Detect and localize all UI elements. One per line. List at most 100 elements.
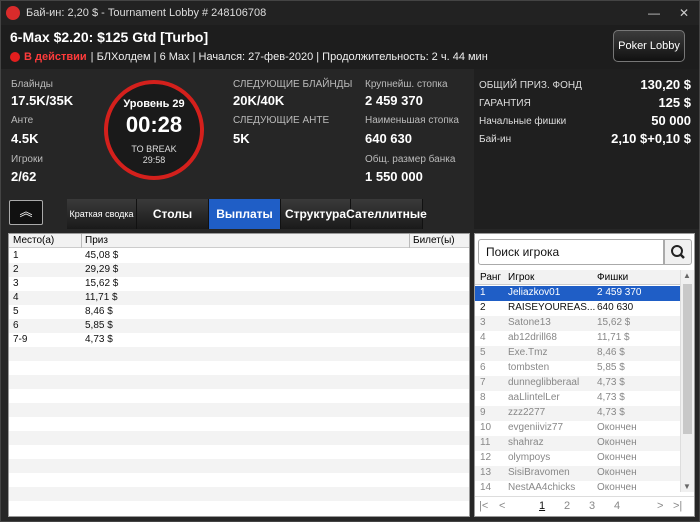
- prize-row-label: Бай-ин: [479, 134, 512, 145]
- level-label: Уровень 29: [123, 98, 185, 110]
- tournament-title: 6-Max $2.20: $125 Gtd [Turbo]: [10, 29, 209, 45]
- list-item[interactable]: 11 shahraz Окончен: [475, 436, 680, 451]
- list-item[interactable]: 6 tombsten 5,85 $: [475, 361, 680, 376]
- to-break-label: TO BREAK: [131, 144, 177, 154]
- table-row: [9, 375, 469, 389]
- next-blinds-value: 20K/40K: [233, 93, 285, 108]
- prize-row-value: 50 000: [651, 113, 691, 128]
- close-button[interactable]: ✕: [669, 1, 699, 25]
- tournament-details: | БЛХолдем | 6 Max | Начался: 27-фев-202…: [90, 51, 488, 63]
- payouts-col-place[interactable]: Место(а): [13, 235, 54, 246]
- tournament-subline: В действии | БЛХолдем | 6 Max | Начался:…: [10, 51, 488, 63]
- tab-payouts[interactable]: Выплаты: [209, 199, 281, 229]
- poker-lobby-button[interactable]: Poker Lobby: [613, 30, 685, 62]
- prize-row-value: 2,10 $+0,10 $: [611, 131, 691, 146]
- players-header: Ранг Игрок Фишки: [475, 270, 680, 285]
- prize-row-value: 125 $: [658, 95, 691, 110]
- table-row: [9, 487, 469, 501]
- players-pager: |< < 1 2 3 4 > >|: [475, 496, 694, 516]
- prize-row-value: 130,20 $: [640, 77, 691, 92]
- players-col-chips[interactable]: Фишки: [597, 272, 628, 283]
- pokerstars-logo-icon: [6, 6, 20, 20]
- list-item[interactable]: 14 NestAA4chicks Окончен: [475, 481, 680, 496]
- prize-row: Бай-ин 2,10 $+0,10 $: [479, 131, 691, 149]
- players-scrollbar[interactable]: ▲ ▼: [680, 270, 694, 492]
- list-item[interactable]: 1 Jeliazkov01 2 459 370: [475, 286, 680, 301]
- last-page-icon[interactable]: >|: [673, 500, 682, 512]
- scroll-down-icon[interactable]: ▼: [683, 482, 691, 491]
- title-bar[interactable]: Бай-ин: 2,20 $ - Tournament Lobby # 2481…: [1, 1, 699, 25]
- level-clock: Уровень 29 00:28 TO BREAK 29:58: [104, 80, 204, 180]
- tab-tables[interactable]: Столы: [137, 199, 209, 229]
- table-row: 5 8,46 $: [13, 306, 113, 317]
- first-page-icon[interactable]: |<: [479, 500, 488, 512]
- prize-row: Начальные фишки 50 000: [479, 113, 691, 131]
- next-ante-value: 5K: [233, 131, 250, 146]
- window-title: Бай-ин: 2,20 $ - Tournament Lobby # 2481…: [26, 7, 267, 19]
- table-row: [9, 431, 469, 445]
- table-row: 3 15,62 $: [13, 278, 119, 289]
- page-link-2[interactable]: 2: [564, 500, 570, 512]
- list-item[interactable]: 10 evgeniiviz77 Окончен: [475, 421, 680, 436]
- largest-stack-value: 2 459 370: [365, 93, 423, 108]
- players-label: Игроки: [11, 154, 43, 165]
- blinds-value: 17.5K/35K: [11, 93, 74, 108]
- scroll-thumb[interactable]: [683, 284, 692, 434]
- next-page-icon[interactable]: >: [657, 500, 663, 512]
- prev-page-icon[interactable]: <: [499, 500, 505, 512]
- players-value: 2/62: [11, 169, 37, 184]
- player-search-input[interactable]: Поиск игрока: [478, 239, 664, 265]
- list-item[interactable]: 2 RAISEYOUREAS... 640 630: [475, 301, 680, 316]
- list-item[interactable]: 9 zzz2277 4,73 $: [475, 406, 680, 421]
- page-link-1[interactable]: 1: [539, 500, 545, 512]
- prize-panel: ОБЩИЙ ПРИЗ. ФОНД 130,20 $ ГАРАНТИЯ 125 $…: [474, 69, 699, 229]
- next-blinds-label: СЛЕДУЮЩИЕ БЛАЙНДЫ: [233, 79, 353, 90]
- table-row: 1 45,08 $: [13, 250, 119, 261]
- page-link-4[interactable]: 4: [614, 500, 620, 512]
- smallest-stack-value: 640 630: [365, 131, 412, 146]
- tab-summary[interactable]: Краткая сводка: [67, 199, 137, 229]
- prize-row: ГАРАНТИЯ 125 $: [479, 95, 691, 113]
- status-dot-icon: [10, 52, 20, 62]
- list-item[interactable]: 7 dunneglibberaal 4,73 $: [475, 376, 680, 391]
- blinds-label: Блайнды: [11, 79, 53, 90]
- page-link-3[interactable]: 3: [589, 500, 595, 512]
- to-break-timer: 29:58: [142, 155, 166, 165]
- payouts-col-prize[interactable]: Приз: [85, 235, 108, 246]
- prize-row-label: Начальные фишки: [479, 116, 567, 127]
- lobby-tabs: Краткая сводка Столы Выплаты Структура С…: [67, 199, 427, 229]
- table-row: [9, 347, 469, 361]
- total-bank-label: Общ. размер банка: [365, 154, 456, 165]
- list-item[interactable]: 12 olympoys Окончен: [475, 451, 680, 466]
- smallest-stack-label: Наименьшая стопка: [365, 115, 459, 126]
- scroll-up-icon[interactable]: ▲: [683, 271, 691, 280]
- ante-value: 4.5K: [11, 131, 39, 146]
- next-ante-label: СЛЕДУЮЩИЕ АНТЕ: [233, 115, 330, 126]
- table-row: 2 29,29 $: [9, 263, 469, 277]
- level-timer: 00:28: [125, 112, 183, 137]
- tab-satellites[interactable]: Сателлитные: [346, 199, 427, 229]
- tab-structure[interactable]: Структура: [281, 199, 351, 229]
- search-icon: [671, 245, 685, 259]
- prize-row-label: ОБЩИЙ ПРИЗ. ФОНД: [479, 80, 582, 91]
- players-col-player[interactable]: Игрок: [508, 272, 534, 283]
- list-item[interactable]: 5 Exe.Tmz 8,46 $: [475, 346, 680, 361]
- minimize-button[interactable]: —: [639, 1, 669, 25]
- table-row: 6 5,85 $: [9, 319, 469, 333]
- collapse-chevron-icon[interactable]: ︽: [9, 200, 43, 225]
- search-button[interactable]: [664, 239, 692, 265]
- table-row: 7-9 4,73 $: [13, 334, 113, 345]
- list-item[interactable]: 3 Satone13 15,62 $: [475, 316, 680, 331]
- players-col-rank[interactable]: Ранг: [480, 272, 501, 283]
- list-item[interactable]: 13 SisiBravomen Окончен: [475, 466, 680, 481]
- prize-row: ОБЩИЙ ПРИЗ. ФОНД 130,20 $: [479, 77, 691, 95]
- status-text: В действии: [24, 51, 87, 63]
- table-row: [9, 403, 469, 417]
- players-panel: Поиск игрока Ранг Игрок Фишки 1 Jeliazko…: [474, 233, 695, 517]
- payouts-col-ticket[interactable]: Билет(ы): [413, 235, 455, 246]
- list-item[interactable]: 4 ab12drill68 11,71 $: [475, 331, 680, 346]
- list-item[interactable]: 8 aaLlintelLer 4,73 $: [475, 391, 680, 406]
- table-row: [9, 459, 469, 473]
- total-bank-value: 1 550 000: [365, 169, 423, 184]
- ante-label: Анте: [11, 115, 34, 126]
